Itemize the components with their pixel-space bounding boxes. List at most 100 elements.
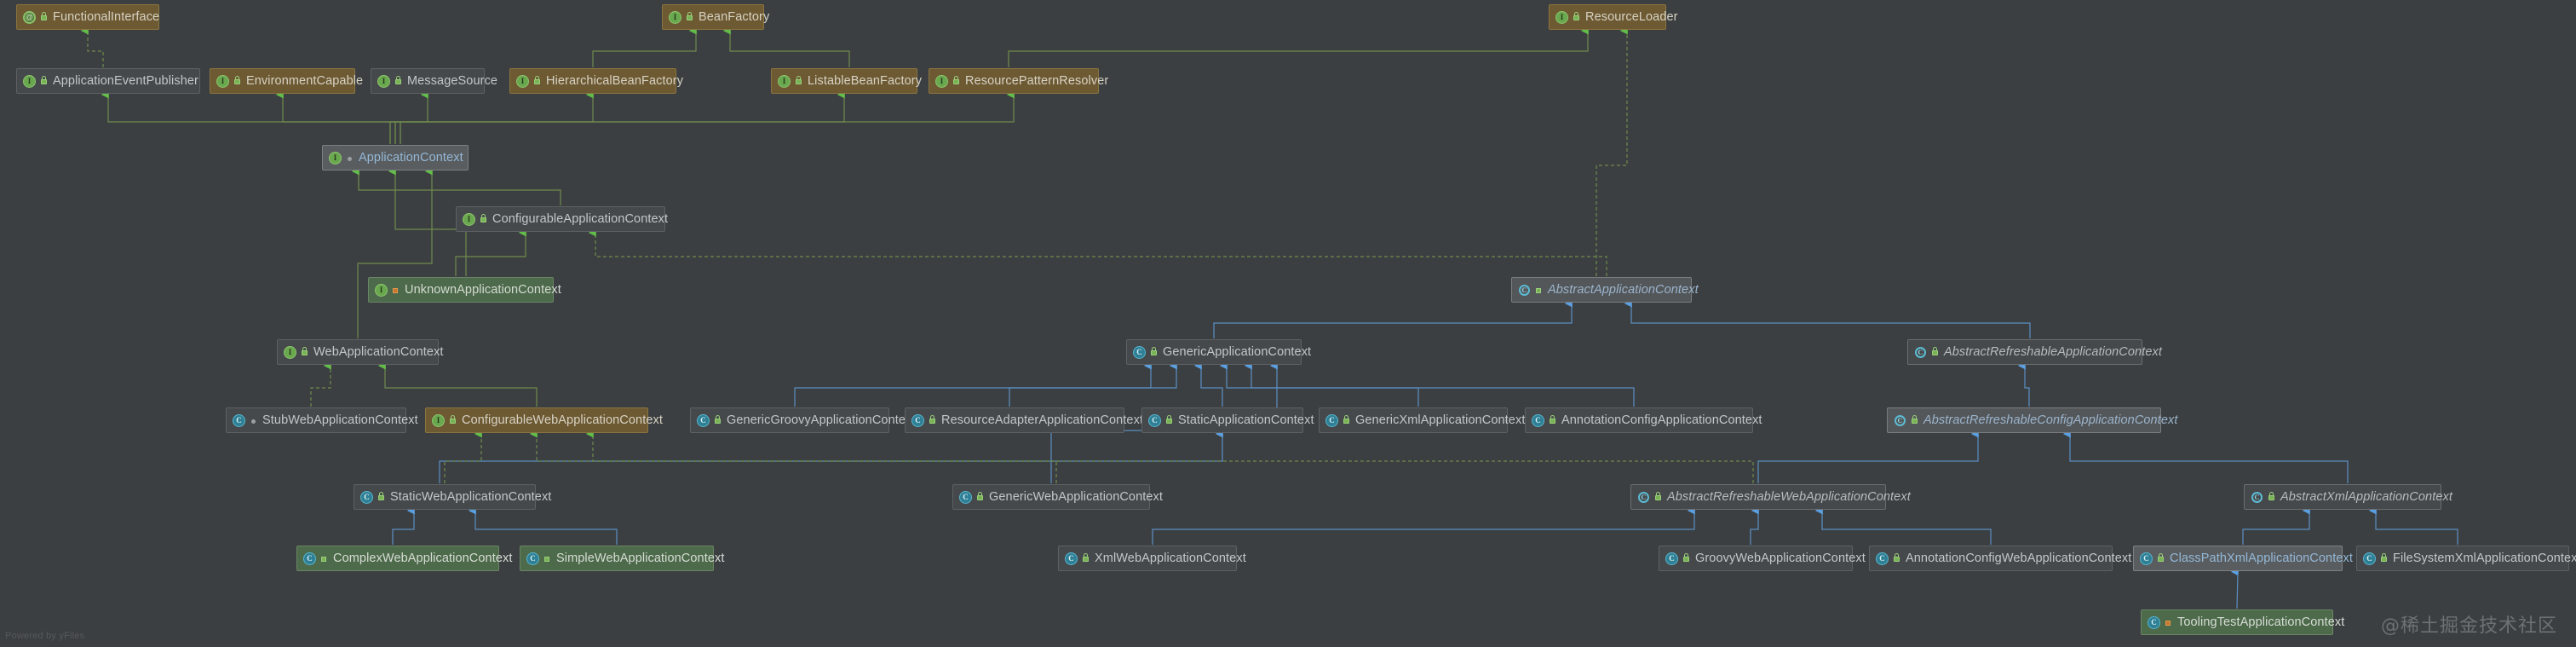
class-icon [360,490,373,504]
class-node-GenericXmlApplicationContext[interactable]: GenericXmlApplicationContext [1319,407,1525,433]
class-node-StubWebApplicationContext[interactable]: StubWebApplicationContext [226,407,418,433]
class-node-AbstractApplicationContext[interactable]: AbstractApplicationContext [1511,277,1699,303]
class-node-AnnotationConfigApplicationContext[interactable]: AnnotationConfigApplicationContext [1525,407,1762,433]
interface-icon [23,74,36,88]
class-node-GenericWebApplicationContext[interactable]: GenericWebApplicationContext [952,484,1163,510]
class-node-label: AbstractApplicationContext [1548,283,1699,297]
class-node-label: GenericXmlApplicationContext [1355,413,1526,427]
class-node-GenericGroovyApplicationContext[interactable]: GenericGroovyApplicationContext [690,407,915,433]
class-node-XmlWebApplicationContext[interactable]: XmlWebApplicationContext [1058,546,1246,571]
class-node-label: ResourceAdapterApplicationContext [941,413,1144,427]
visibility-public-icon [1548,414,1557,426]
class-node-label: AbstractRefreshableWebApplicationContext [1667,490,1911,504]
visibility-public-icon [377,491,386,503]
visibility-public-icon [39,11,49,23]
edge-AbstractRefreshableConfigApplicationContext-to-AbstractRefreshableApplicationContext [2017,361,2030,407]
class-node-ToolingTestApplicationContext[interactable]: ToolingTestApplicationContext [2141,609,2344,635]
class-icon [697,413,710,427]
visibility-public-icon [1930,346,1940,358]
edge-ApplicationContext-to-EnvironmentCapable [275,90,401,144]
class-node-label: ToolingTestApplicationContext [2177,615,2345,629]
class-node-label: AnnotationConfigWebApplicationContext [1906,552,2132,565]
class-node-UnknownApplicationContext[interactable]: UnknownApplicationContext [368,277,561,303]
class-node-BeanFactory[interactable]: BeanFactory [662,4,769,30]
class-node-AnnotationConfigWebApplicationContext[interactable]: AnnotationConfigWebApplicationContext [1869,546,2131,571]
abstract-class-icon [1518,284,1531,297]
edge-AbstractXmlApplicationContext-to-AbstractRefreshableConfigApplicationContext [2062,430,2349,483]
class-node-ApplicationContext[interactable]: ApplicationContext [322,145,469,170]
edge-GenericWebApplicationContext-to-ConfigurableWebApplicationContext [529,430,1057,483]
edge-GenericApplicationContext-to-AbstractApplicationContext [1213,299,1573,338]
class-node-ConfigurableWebApplicationContext[interactable]: ConfigurableWebApplicationContext [425,407,663,433]
visibility-package-icon [319,553,329,564]
class-node-FunctionalInterface[interactable]: FunctionalInterface [16,4,159,30]
class-node-GenericApplicationContext[interactable]: GenericApplicationContext [1126,339,1311,365]
edge-ClassPathXmlApplicationContext-to-AbstractXmlApplicationContext [2242,506,2310,545]
edge-ApplicationEventPublisher-to-FunctionalInterface [80,26,104,67]
visibility-public-icon [794,75,803,87]
visibility-public-icon [233,75,242,87]
class-icon [1148,413,1161,427]
class-node-label: AnnotationConfigApplicationContext [1561,413,1762,427]
class-icon [1133,345,1146,359]
class-node-ResourcePatternResolver[interactable]: ResourcePatternResolver [929,68,1108,94]
edge-AnnotationConfigWebApplicationContext-to-AbstractRefreshableWebApplicationContext [1814,506,1992,545]
class-node-ListableBeanFactory[interactable]: ListableBeanFactory [771,68,922,94]
class-node-ComplexWebApplicationContext[interactable]: ComplexWebApplicationContext [296,546,512,571]
class-node-label: HierarchicalBeanFactory [546,74,684,88]
visibility-public-icon [479,213,488,225]
visibility-public-icon [532,75,542,87]
edge-AbstractRefreshableWebApplicationContext-to-AbstractRefreshableConfigApplicationContext [1757,430,1979,483]
class-node-label: StubWebApplicationContext [262,413,418,427]
class-node-SimpleWebApplicationContext[interactable]: SimpleWebApplicationContext [520,546,724,571]
class-diagram-canvas[interactable]: FunctionalInterface BeanFactory ResourceLo… [0,0,2576,647]
visibility-protected-icon [391,285,400,296]
class-node-label: EnvironmentCapable [246,74,364,88]
class-icon [1876,552,1889,565]
edge-ApplicationContext-to-ListableBeanFactory [400,90,845,144]
class-node-label: ApplicationContext [359,151,463,165]
class-node-StaticWebApplicationContext[interactable]: StaticWebApplicationContext [354,484,551,510]
abstract-class-icon [1894,414,1906,427]
edge-WebApplicationContext-to-ApplicationContext [357,167,433,338]
class-node-AbstractRefreshableConfigApplicationContext[interactable]: AbstractRefreshableConfigApplicationCont… [1887,407,2177,433]
class-node-label: SimpleWebApplicationContext [556,552,725,565]
class-node-EnvironmentCapable[interactable]: EnvironmentCapable [210,68,363,94]
class-node-label: AbstractRefreshableApplicationContext [1944,345,2162,359]
class-node-label: FileSystemXmlApplicationContext [2393,552,2576,565]
class-node-label: MessageSource [407,74,498,88]
class-node-AbstractRefreshableApplicationContext[interactable]: AbstractRefreshableApplicationContext [1907,339,2162,365]
interface-icon [329,151,342,165]
edge-FileSystemXmlApplicationContext-to-AbstractXmlApplicationContext [2368,506,2458,545]
class-node-ResourceLoader[interactable]: ResourceLoader [1549,4,1678,30]
class-icon [2363,552,2376,565]
class-node-ResourceAdapterApplicationContext[interactable]: ResourceAdapterApplicationContext [905,407,1143,433]
edge-ResourceAdapterApplicationContext-to-GenericApplicationContext [1009,361,1177,407]
visibility-public-icon [1342,414,1351,426]
interface-icon [432,413,445,427]
class-icon [959,490,972,504]
class-node-GroovyWebApplicationContext[interactable]: GroovyWebApplicationContext [1659,546,1866,571]
class-node-label: BeanFactory [699,10,770,24]
class-node-WebApplicationContext[interactable]: WebApplicationContext [277,339,443,365]
interface-icon [463,212,475,226]
edge-StaticWebApplicationContext-to-StaticApplicationContext [439,430,1223,483]
class-node-AbstractRefreshableWebApplicationContext[interactable]: AbstractRefreshableWebApplicationContext [1630,484,1911,510]
class-icon [233,413,245,427]
class-node-FileSystemXmlApplicationContext[interactable]: FileSystemXmlApplicationContext [2356,546,2576,571]
class-node-label: ComplexWebApplicationContext [333,552,513,565]
class-node-ConfigurableApplicationContext[interactable]: ConfigurableApplicationContext [456,206,668,232]
class-node-HierarchicalBeanFactory[interactable]: HierarchicalBeanFactory [509,68,683,94]
visibility-public-icon [2156,552,2165,564]
visibility-public-icon [1892,552,1901,564]
visibility-public-icon [2267,491,2276,503]
class-icon [1325,413,1338,427]
class-node-StaticApplicationContext[interactable]: StaticApplicationContext [1141,407,1314,433]
class-node-label: AbstractRefreshableConfigApplicationCont… [1923,413,2178,427]
class-node-AbstractXmlApplicationContext[interactable]: AbstractXmlApplicationContext [2244,484,2452,510]
edge-UnknownApplicationContext-to-ConfigurableApplicationContext [455,228,526,276]
class-node-ClassPathXmlApplicationContext[interactable]: ClassPathXmlApplicationContext [2133,546,2353,571]
class-node-MessageSource[interactable]: MessageSource [371,68,497,94]
class-node-ApplicationEventPublisher[interactable]: ApplicationEventPublisher [16,68,200,94]
interface-icon [778,74,791,88]
